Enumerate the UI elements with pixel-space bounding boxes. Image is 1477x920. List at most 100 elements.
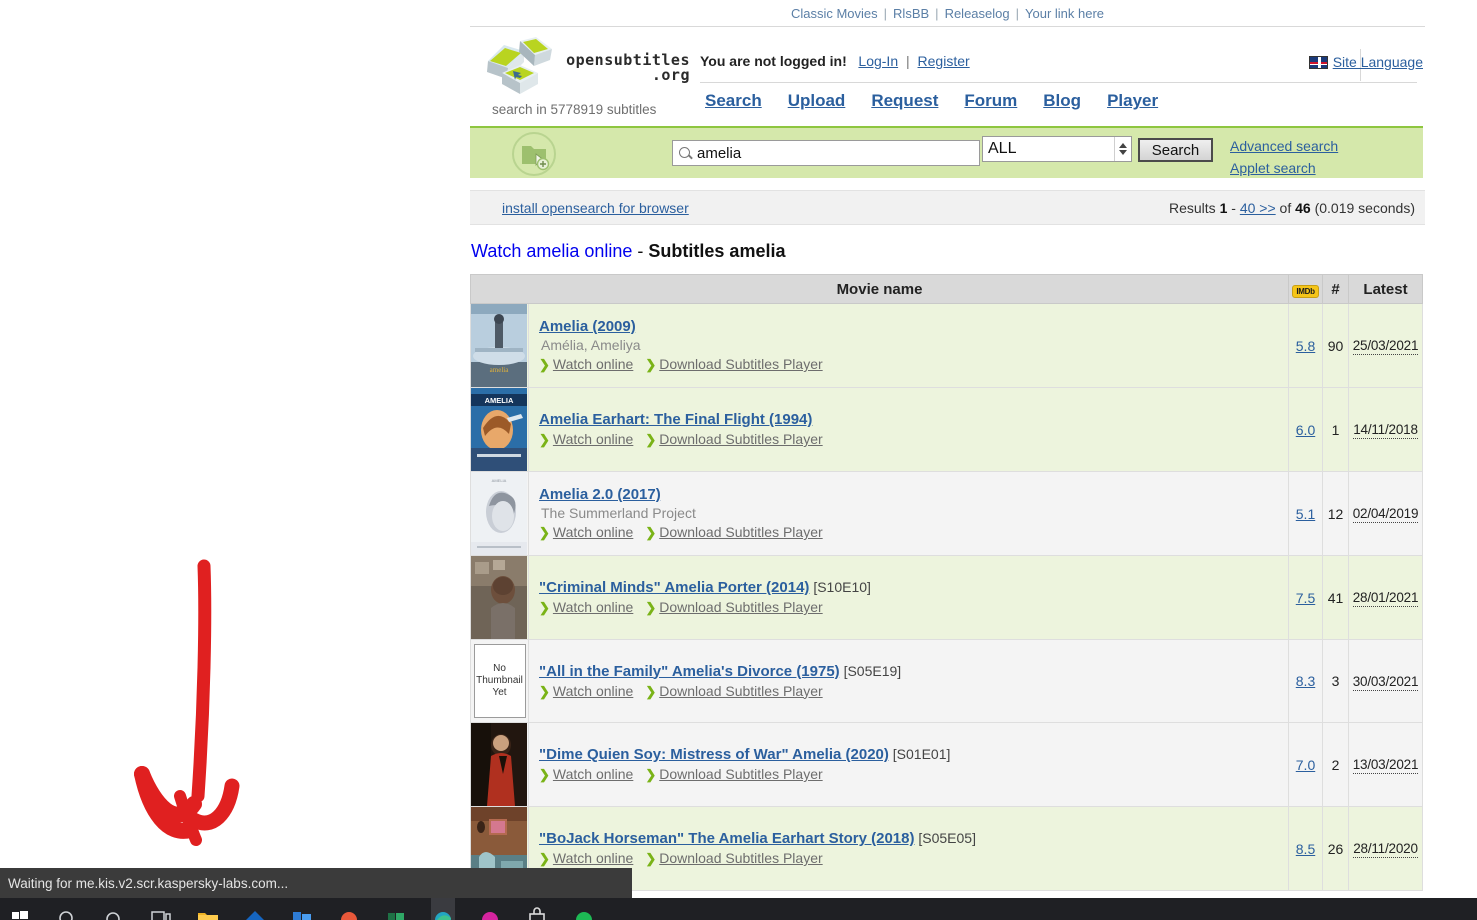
- table-row[interactable]: amelia Amelia (2009) Amélia, Ameliya ❯ Wa…: [470, 303, 1423, 388]
- partner-link-your-link-here[interactable]: Your link here: [1025, 6, 1104, 21]
- watch-online-link[interactable]: Watch online: [553, 356, 633, 372]
- row-rating-cell[interactable]: 7.5: [1288, 555, 1323, 640]
- register-link[interactable]: Register: [918, 53, 970, 69]
- imdb-rating-link[interactable]: 7.0: [1296, 757, 1315, 773]
- advanced-search-link[interactable]: Advanced search: [1230, 135, 1338, 157]
- store-icon[interactable]: [290, 898, 314, 920]
- watch-online-action[interactable]: ❯ Watch online: [539, 599, 633, 616]
- download-player-action[interactable]: ❯ Download Subtitles Player: [645, 431, 822, 448]
- download-player-action[interactable]: ❯ Download Subtitles Player: [645, 766, 822, 783]
- watch-online-link[interactable]: Watch online: [553, 524, 633, 540]
- table-row[interactable]: No Thumbnail Yet "All in the Family" Ame…: [470, 639, 1423, 723]
- movie-title-link[interactable]: "Dime Quien Soy: Mistress of War" Amelia…: [539, 746, 889, 763]
- row-rating-cell[interactable]: 5.8: [1288, 303, 1323, 388]
- movie-title-link[interactable]: "All in the Family" Amelia's Divorce (19…: [539, 663, 840, 680]
- row-thumbnail-cell[interactable]: [470, 722, 529, 807]
- movie-title-link[interactable]: Amelia Earhart: The Final Flight (1994): [539, 411, 812, 428]
- col-imdb[interactable]: IMDb: [1288, 274, 1323, 304]
- edge-icon[interactable]: [431, 898, 455, 920]
- category-select-wrap[interactable]: ALL: [982, 136, 1132, 162]
- poster-thumbnail[interactable]: amelia: [471, 304, 527, 387]
- applet-search-link[interactable]: Applet search: [1230, 157, 1338, 179]
- instagram-icon[interactable]: [478, 898, 502, 920]
- file-explorer-icon[interactable]: [196, 898, 220, 920]
- nav-search[interactable]: Search: [705, 91, 762, 111]
- movie-title-link[interactable]: Amelia 2.0 (2017): [539, 486, 661, 503]
- watch-online-link[interactable]: Watch online: [553, 683, 633, 699]
- table-row[interactable]: "Dime Quien Soy: Mistress of War" Amelia…: [470, 722, 1423, 807]
- partner-link-classic-movies[interactable]: Classic Movies: [791, 6, 878, 21]
- watch-online-action[interactable]: ❯ Watch online: [539, 850, 633, 867]
- movie-title-link[interactable]: Amelia (2009): [539, 318, 636, 335]
- watch-online-link[interactable]: Watch online: [553, 766, 633, 782]
- download-player-action[interactable]: ❯ Download Subtitles Player: [645, 524, 822, 541]
- results-next-page-link[interactable]: 40 >>: [1240, 200, 1276, 216]
- cortana-icon[interactable]: [102, 898, 126, 920]
- col-movie-name[interactable]: Movie name: [470, 274, 1289, 304]
- partner-link-rlsbb[interactable]: RlsBB: [893, 6, 929, 21]
- download-subtitles-player-link[interactable]: Download Subtitles Player: [659, 356, 822, 372]
- poster-thumbnail[interactable]: AMELIA: [471, 388, 527, 471]
- start-button[interactable]: [8, 898, 32, 920]
- imdb-rating-link[interactable]: 8.5: [1296, 841, 1315, 857]
- movie-title-link[interactable]: "Criminal Minds" Amelia Porter (2014): [539, 579, 809, 596]
- download-subtitles-player-link[interactable]: Download Subtitles Player: [659, 683, 822, 699]
- nav-blog[interactable]: Blog: [1043, 91, 1081, 111]
- logo-block[interactable]: opensubtitles .org search in 5778919 sub…: [480, 35, 710, 117]
- download-player-action[interactable]: ❯ Download Subtitles Player: [645, 599, 822, 616]
- watch-online-link[interactable]: Watch online: [553, 431, 633, 447]
- download-player-action[interactable]: ❯ Download Subtitles Player: [645, 850, 822, 867]
- movie-title-link[interactable]: "BoJack Horseman" The Amelia Earhart Sto…: [539, 830, 914, 847]
- table-row[interactable]: AMELIA Amelia Earhart: The Final Flight …: [470, 387, 1423, 472]
- row-thumbnail-cell[interactable]: AMELIA: [470, 387, 529, 472]
- watch-online-link[interactable]: Watch online: [553, 599, 633, 615]
- imdb-rating-link[interactable]: 5.1: [1296, 506, 1315, 522]
- download-subtitles-player-link[interactable]: Download Subtitles Player: [659, 431, 822, 447]
- nav-upload[interactable]: Upload: [788, 91, 846, 111]
- imdb-rating-link[interactable]: 5.8: [1296, 338, 1315, 354]
- imdb-rating-link[interactable]: 6.0: [1296, 422, 1315, 438]
- spotify-icon[interactable]: [572, 898, 596, 920]
- task-view-icon[interactable]: [149, 898, 173, 920]
- opensubtitles-logo-icon[interactable]: [480, 35, 558, 97]
- login-link[interactable]: Log-In: [858, 53, 898, 69]
- search-input[interactable]: [672, 140, 980, 166]
- install-opensearch-link[interactable]: install opensearch for browser: [502, 200, 689, 216]
- row-rating-cell[interactable]: 5.1: [1288, 471, 1323, 556]
- row-rating-cell[interactable]: 7.0: [1288, 722, 1323, 807]
- watch-online-action[interactable]: ❯ Watch online: [539, 766, 633, 783]
- row-rating-cell[interactable]: 8.5: [1288, 806, 1323, 891]
- watch-online-link[interactable]: Watch online: [553, 850, 633, 866]
- search-icon[interactable]: [55, 898, 79, 920]
- imdb-rating-link[interactable]: 7.5: [1296, 590, 1315, 606]
- row-rating-cell[interactable]: 6.0: [1288, 387, 1323, 472]
- row-thumbnail-cell[interactable]: No Thumbnail Yet: [470, 639, 529, 723]
- row-thumbnail-cell[interactable]: [470, 555, 529, 640]
- row-thumbnail-cell[interactable]: amelia: [470, 303, 529, 388]
- watch-online-action[interactable]: ❯ Watch online: [539, 524, 633, 541]
- firefox-icon[interactable]: [337, 898, 361, 920]
- site-language-block[interactable]: Site Language: [1308, 54, 1423, 70]
- download-subtitles-player-link[interactable]: Download Subtitles Player: [659, 524, 822, 540]
- download-player-action[interactable]: ❯ Download Subtitles Player: [645, 683, 822, 700]
- excel-icon[interactable]: [384, 898, 408, 920]
- spinner-arrows-icon[interactable]: [1114, 137, 1131, 161]
- search-button[interactable]: Search: [1138, 138, 1213, 162]
- poster-thumbnail[interactable]: AMELIA: [471, 472, 527, 555]
- row-thumbnail-cell[interactable]: AMELIA: [470, 471, 529, 556]
- download-subtitles-player-link[interactable]: Download Subtitles Player: [659, 766, 822, 782]
- watch-online-action[interactable]: ❯ Watch online: [539, 431, 633, 448]
- site-language-link[interactable]: Site Language: [1333, 54, 1423, 70]
- poster-thumbnail[interactable]: [471, 556, 527, 639]
- partner-link-releaselog[interactable]: Releaselog: [945, 6, 1010, 21]
- table-row[interactable]: "Criminal Minds" Amelia Porter (2014) [S…: [470, 555, 1423, 640]
- download-player-action[interactable]: ❯ Download Subtitles Player: [645, 356, 822, 373]
- onedrive-icon[interactable]: [243, 898, 267, 920]
- row-rating-cell[interactable]: 8.3: [1288, 639, 1323, 723]
- col-latest[interactable]: Latest: [1348, 274, 1423, 304]
- category-select[interactable]: ALL: [982, 136, 1132, 162]
- nav-player[interactable]: Player: [1107, 91, 1158, 111]
- imdb-rating-link[interactable]: 8.3: [1296, 673, 1315, 689]
- nav-request[interactable]: Request: [871, 91, 938, 111]
- poster-thumbnail[interactable]: [471, 723, 527, 806]
